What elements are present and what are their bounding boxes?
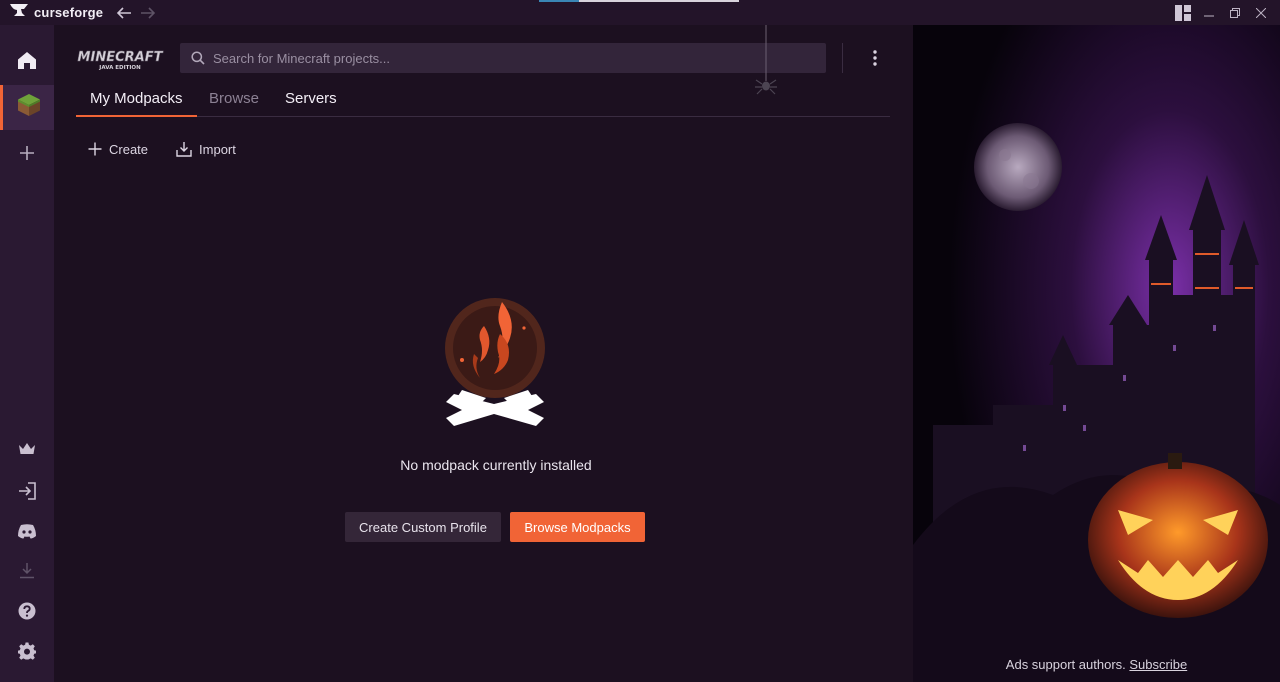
close-icon[interactable] bbox=[1248, 0, 1274, 25]
plus-icon bbox=[88, 142, 102, 156]
help-icon bbox=[18, 602, 36, 625]
app-title: curseforge bbox=[34, 5, 104, 20]
sidebar-item-minecraft[interactable] bbox=[0, 85, 54, 130]
sidebar-item-discord[interactable] bbox=[0, 514, 54, 554]
login-icon bbox=[18, 481, 36, 505]
minimize-icon[interactable] bbox=[1196, 0, 1222, 25]
layout-icon[interactable] bbox=[1170, 0, 1196, 25]
sidebar-item-help[interactable] bbox=[0, 593, 54, 633]
create-custom-profile-button[interactable]: Create Custom Profile bbox=[345, 512, 501, 542]
loading-bar bbox=[539, 0, 739, 2]
search-bar[interactable] bbox=[180, 43, 826, 73]
home-icon bbox=[17, 51, 37, 75]
header-divider bbox=[842, 43, 843, 73]
minecraft-logo-text: MINECRAFT bbox=[78, 50, 164, 65]
create-label: Create bbox=[109, 141, 149, 157]
main-content: MINECRAFT JAVA EDITION My Modpacks Brows… bbox=[54, 25, 913, 682]
import-label: Import bbox=[199, 141, 236, 157]
import-icon bbox=[176, 142, 192, 157]
create-button[interactable]: Create bbox=[88, 142, 148, 157]
modpack-actions: Create Import bbox=[88, 141, 264, 157]
minecraft-logo[interactable]: MINECRAFT JAVA EDITION bbox=[76, 47, 164, 73]
back-arrow-icon[interactable] bbox=[115, 4, 133, 22]
empty-state-message: No modpack currently installed bbox=[400, 457, 592, 473]
sidebar-item-settings[interactable] bbox=[0, 633, 54, 673]
sidebar-item-login[interactable] bbox=[0, 473, 54, 513]
campfire-illustration bbox=[440, 298, 550, 430]
sidebar-item-add-game[interactable] bbox=[0, 135, 54, 175]
minecraft-grass-block-icon bbox=[17, 93, 41, 122]
import-button[interactable]: Import bbox=[176, 141, 236, 157]
sidebar-item-downloads[interactable] bbox=[0, 553, 54, 593]
tab-servers[interactable]: Servers bbox=[285, 90, 337, 117]
search-input[interactable] bbox=[213, 50, 803, 66]
minecraft-logo-subtext: JAVA EDITION bbox=[98, 65, 141, 71]
crown-icon bbox=[18, 442, 36, 461]
plus-icon bbox=[19, 145, 35, 166]
halloween-castle-ad-image bbox=[913, 25, 1280, 682]
curseforge-logo-icon bbox=[10, 3, 28, 22]
tab-browse[interactable]: Browse bbox=[209, 90, 259, 117]
restore-icon[interactable] bbox=[1222, 0, 1248, 25]
subscribe-link[interactable]: Subscribe bbox=[1129, 657, 1187, 672]
discord-icon bbox=[17, 524, 37, 544]
ad-footer: Ads support authors. Subscribe bbox=[913, 657, 1280, 672]
tab-bar: My Modpacks Browse Servers bbox=[76, 85, 890, 117]
more-options-icon[interactable] bbox=[867, 47, 883, 69]
sidebar-item-home[interactable] bbox=[0, 43, 54, 83]
tab-my-modpacks[interactable]: My Modpacks bbox=[76, 90, 196, 117]
window-controls bbox=[1170, 0, 1274, 25]
search-icon bbox=[191, 51, 205, 65]
forward-arrow-icon[interactable] bbox=[139, 4, 157, 22]
settings-icon bbox=[18, 642, 36, 665]
sidebar-item-premium[interactable] bbox=[0, 431, 54, 471]
ad-panel[interactable]: Ads support authors. Subscribe bbox=[913, 25, 1280, 682]
sidebar bbox=[0, 25, 54, 682]
title-bar: curseforge bbox=[0, 0, 1280, 25]
ad-support-text: Ads support authors. bbox=[1005, 657, 1126, 672]
download-icon bbox=[19, 562, 35, 584]
browse-modpacks-button[interactable]: Browse Modpacks bbox=[510, 512, 645, 542]
app-brand: curseforge bbox=[10, 3, 103, 22]
